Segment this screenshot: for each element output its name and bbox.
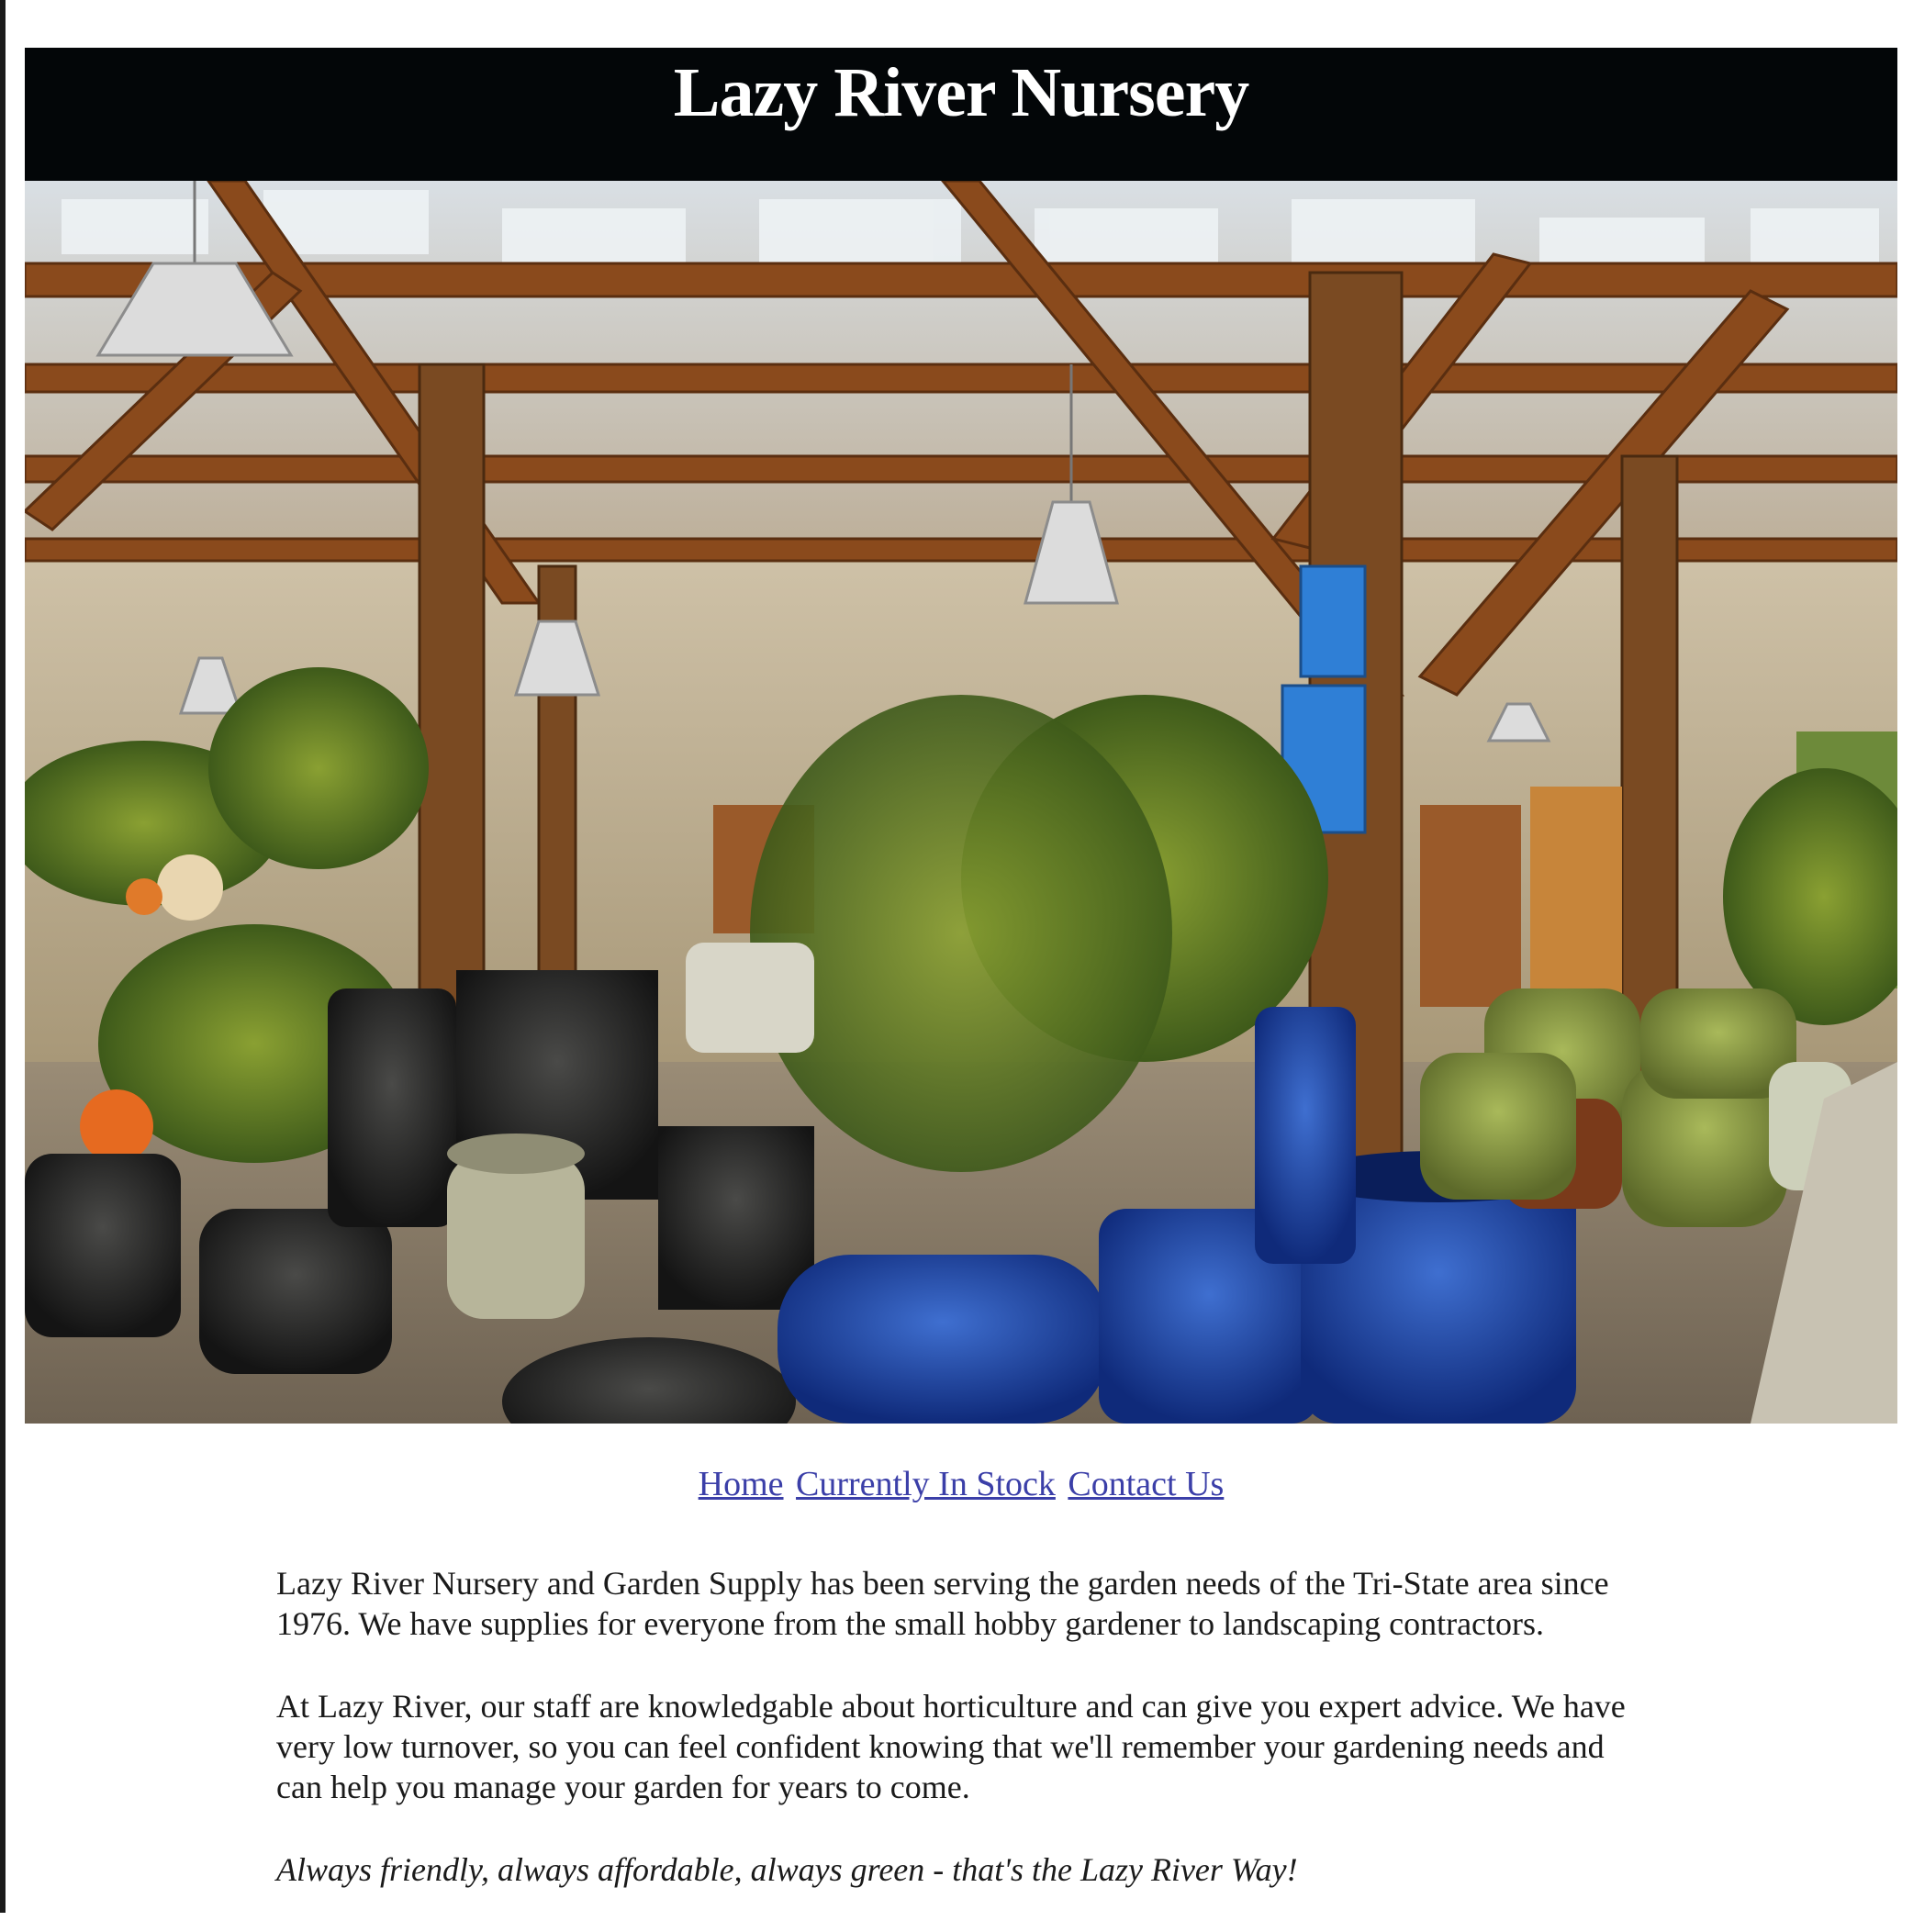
nav-link-currently-in-stock[interactable]: Currently In Stock (796, 1465, 1056, 1503)
intro-paragraph: Lazy River Nursery and Garden Supply has… (276, 1565, 1609, 1642)
nav-link-home[interactable]: Home (699, 1465, 784, 1503)
staff-paragraph: At Lazy River, our staff are knowledgabl… (276, 1688, 1626, 1805)
page: Lazy River Nursery Home Currently In Sto… (25, 48, 1897, 1932)
tagline: Always friendly, always affordable, alwa… (276, 1851, 1298, 1888)
main-nav: Home Currently In Stock Contact Us (25, 1462, 1897, 1506)
site-header: Lazy River Nursery (25, 48, 1897, 181)
window-left-edge (0, 0, 6, 1913)
main-content: Lazy River Nursery and Garden Supply has… (269, 1563, 1653, 1890)
hero-photo (25, 181, 1897, 1424)
site-title: Lazy River Nursery (673, 54, 1249, 131)
nav-link-contact-us[interactable]: Contact Us (1068, 1465, 1224, 1503)
